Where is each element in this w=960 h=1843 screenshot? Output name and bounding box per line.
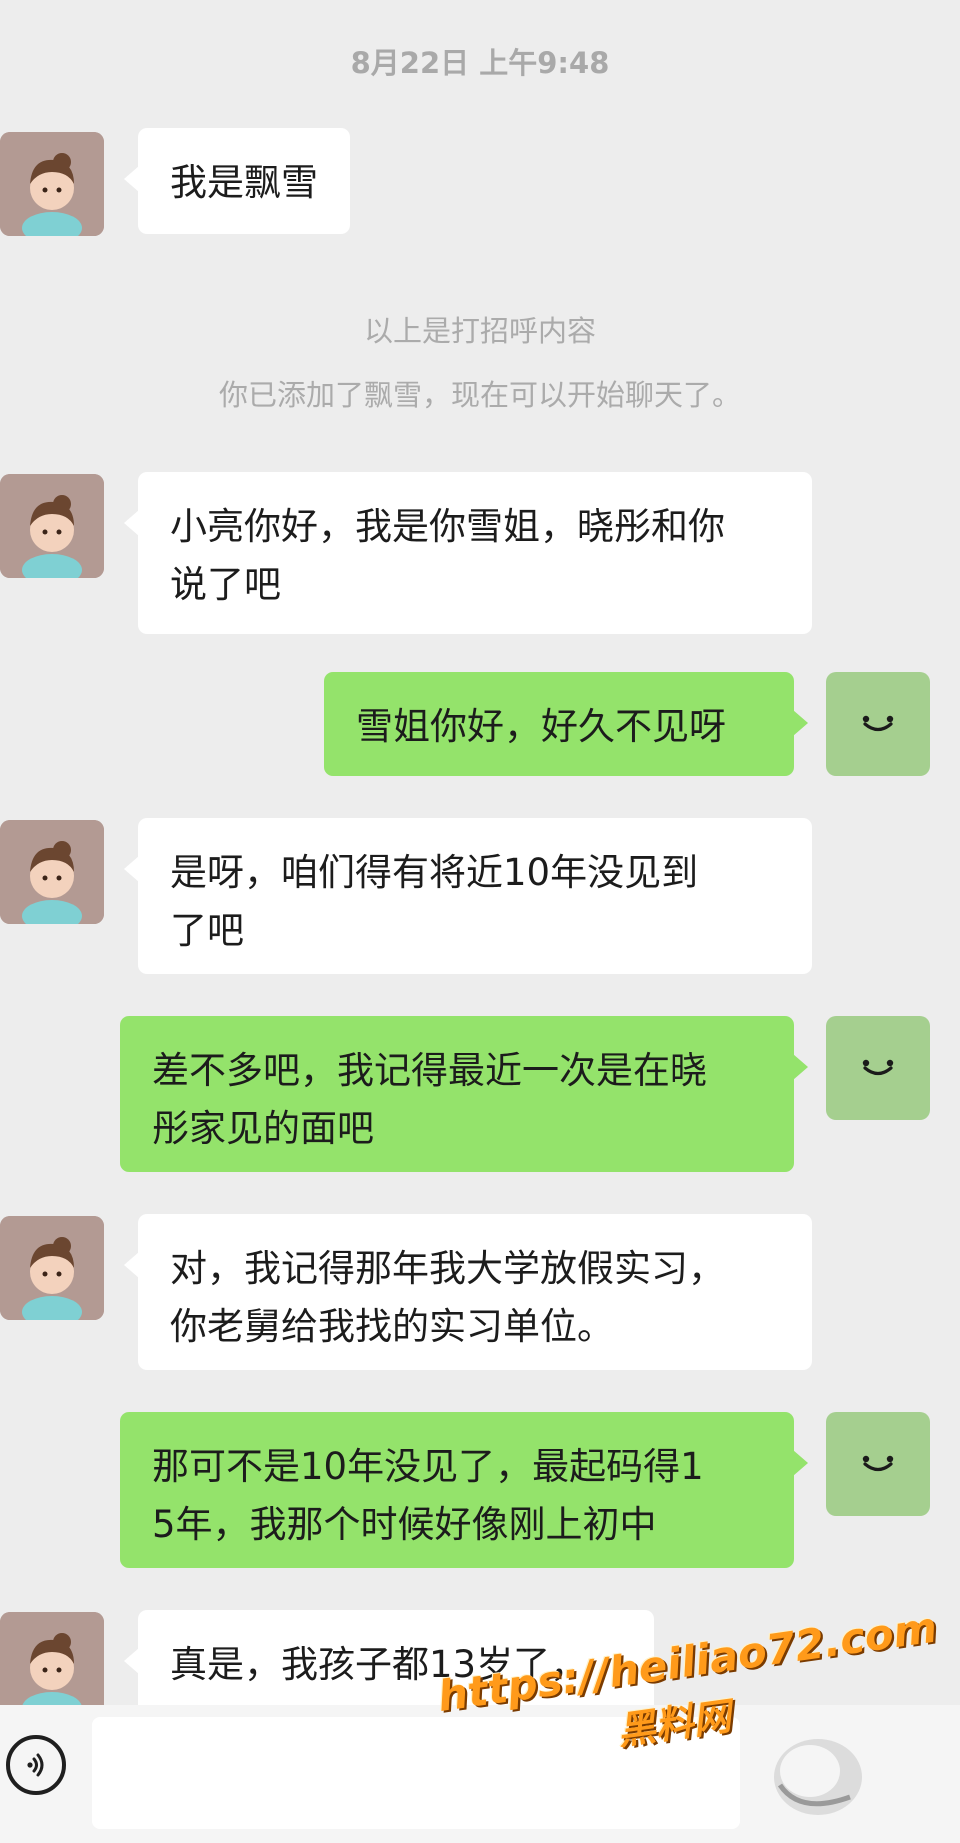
chat-area[interactable]: 8月22日 上午9:48 我是飘雪 以上是打招呼内容 你已添加了飘雪，现在可以开… [0, 0, 960, 1705]
smile-icon [862, 715, 894, 732]
incoming-message-bubble[interactable]: 我是飘雪 [124, 128, 350, 234]
incoming-message-bubble[interactable]: 小亮你好，我是你雪姐，晓彤和你 说了吧 [124, 472, 812, 634]
outgoing-message-bubble[interactable]: 那可不是10年没见了，最起码得1 5年，我那个时候好像刚上初中 [120, 1412, 808, 1568]
outgoing-message-bubble[interactable]: 雪姐你好，好久不见呀 [324, 672, 808, 776]
my-avatar[interactable] [826, 672, 930, 776]
outgoing-message-bubble[interactable]: 差不多吧，我记得最近一次是在晓 彤家见的面吧 [120, 1016, 808, 1172]
ink-smudge-graphic [774, 1739, 862, 1815]
smile-icon [862, 1455, 894, 1472]
contact-avatar[interactable] [0, 132, 104, 236]
contact-avatar[interactable] [0, 474, 104, 578]
system-notice-greeting: 以上是打招呼内容 [363, 314, 596, 348]
message-timestamp: 8月22日 上午9:48 [350, 46, 610, 80]
incoming-message-bubble[interactable]: 对，我记得那年我大学放假实习， 你老舅给我找的实习单位。 [124, 1214, 812, 1370]
system-notice-added: 你已添加了飘雪，现在可以开始聊天了。 [218, 378, 741, 412]
contact-avatar[interactable] [0, 820, 104, 924]
voice-input-button[interactable] [6, 1735, 66, 1795]
smile-icon [862, 1059, 894, 1076]
voice-icon [27, 1753, 44, 1777]
contact-avatar[interactable] [0, 1216, 104, 1320]
my-avatar[interactable] [826, 1016, 930, 1120]
my-avatar[interactable] [826, 1412, 930, 1516]
contact-avatar[interactable] [0, 1612, 104, 1705]
incoming-message-bubble[interactable]: 是呀，咱们得有将近10年没见到 了吧 [124, 818, 812, 974]
